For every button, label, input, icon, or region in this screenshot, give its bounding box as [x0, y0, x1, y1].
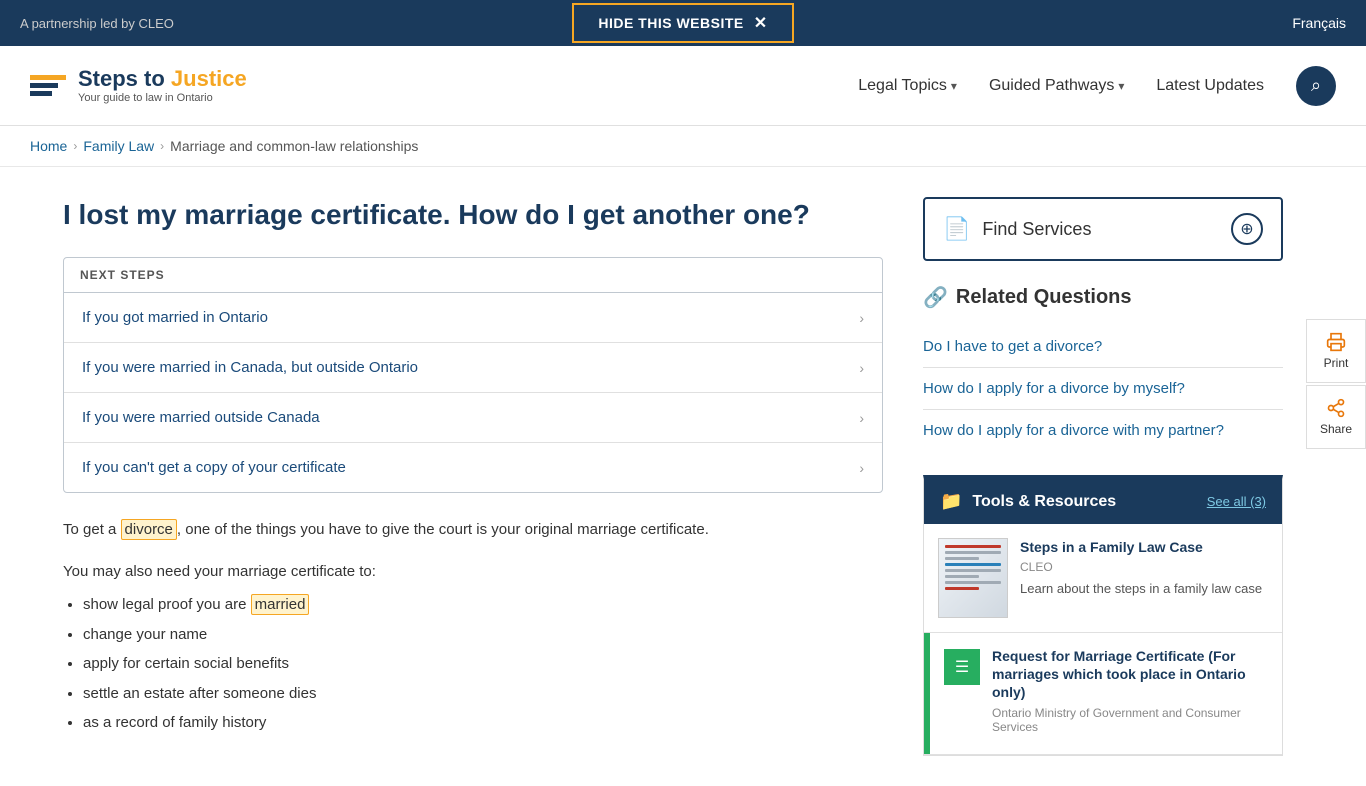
find-services-button[interactable]: 📄 Find Services ⊕	[923, 197, 1283, 261]
form-icon: ☰	[944, 649, 980, 685]
bullet-5: as a record of family history	[83, 710, 883, 736]
next-steps-label: NEXT STEPS	[64, 258, 882, 293]
body-para-1: To get a divorce, one of the things you …	[63, 517, 883, 543]
document-lines-icon: ☰	[955, 657, 969, 677]
tools-header: 📁 Tools & Resources See all (3)	[924, 479, 1282, 524]
share-label: Share	[1320, 422, 1352, 436]
related-question-1[interactable]: Do I have to get a divorce?	[923, 326, 1283, 368]
nav-latest-updates[interactable]: Latest Updates	[1156, 77, 1264, 95]
breadcrumb-sep-1: ›	[73, 139, 77, 153]
resource-card-1[interactable]: Steps in a Family Law Case CLEO Learn ab…	[924, 524, 1282, 633]
search-button[interactable]: ⌕	[1296, 66, 1336, 106]
chevron-right-icon: ›	[859, 460, 864, 476]
resource-card-2[interactable]: ☰ Request for Marriage Certificate (For …	[924, 633, 1282, 755]
related-question-2[interactable]: How do I apply for a divorce by myself?	[923, 368, 1283, 410]
sidebar: 📄 Find Services ⊕ 🔗 Related Questions Do…	[923, 197, 1283, 756]
breadcrumb-family-law[interactable]: Family Law	[83, 138, 154, 154]
chevron-right-icon: ›	[859, 310, 864, 326]
related-questions-section: 🔗 Related Questions Do I have to get a d…	[923, 285, 1283, 451]
logo-bar-2	[30, 83, 58, 88]
partnership-text: A partnership led by CLEO	[20, 16, 174, 31]
chevron-right-icon: ›	[859, 410, 864, 426]
printer-icon	[1326, 332, 1346, 352]
step-item-3[interactable]: If you were married outside Canada ›	[64, 393, 882, 443]
main-content: I lost my marriage certificate. How do I…	[63, 197, 883, 756]
bullet-list: show legal proof you are married change …	[63, 592, 883, 736]
close-icon: ✕	[754, 13, 768, 33]
resource-2-title: Request for Marriage Certificate (For ma…	[992, 647, 1268, 702]
resource-1-source: CLEO	[1020, 560, 1268, 574]
francais-link[interactable]: Français	[1292, 15, 1346, 31]
link-icon: 🔗	[923, 285, 948, 310]
search-icon: ⌕	[1311, 75, 1321, 96]
print-label: Print	[1324, 356, 1349, 370]
nav: Legal Topics ▾ Guided Pathways ▾ Latest …	[858, 66, 1336, 106]
chevron-right-icon: ›	[859, 360, 864, 376]
see-all-link[interactable]: See all (3)	[1207, 494, 1266, 509]
breadcrumb-home[interactable]: Home	[30, 138, 67, 154]
body-para-2: You may also need your marriage certific…	[63, 559, 883, 736]
resource-1-title: Steps in a Family Law Case	[1020, 538, 1268, 556]
logo-bar-1	[30, 75, 66, 80]
bullet-2: change your name	[83, 622, 883, 648]
nav-legal-topics[interactable]: Legal Topics ▾	[858, 77, 957, 95]
step-item-4[interactable]: If you can't get a copy of your certific…	[64, 443, 882, 492]
page-title: I lost my marriage certificate. How do I…	[63, 197, 883, 233]
briefcase-icon: 📁	[940, 491, 962, 512]
side-float-panel: Print Share	[1306, 319, 1366, 449]
divorce-highlight: divorce	[121, 519, 177, 540]
logo-text: Steps to Justice Your guide to law in On…	[78, 66, 247, 106]
main-layout: I lost my marriage certificate. How do I…	[33, 167, 1333, 786]
related-title: 🔗 Related Questions	[923, 285, 1283, 310]
breadcrumb: Home › Family Law › Marriage and common-…	[0, 126, 1366, 167]
header: Steps to Justice Your guide to law in On…	[0, 46, 1366, 126]
logo-tagline: Your guide to law in Ontario	[78, 92, 247, 105]
logo-bar-3	[30, 91, 52, 96]
logo-icon	[30, 75, 66, 96]
chevron-down-icon: ▾	[951, 79, 957, 93]
chevron-down-icon: ▾	[1118, 79, 1124, 93]
share-icon	[1326, 398, 1346, 418]
step-item-2[interactable]: If you were married in Canada, but outsi…	[64, 343, 882, 393]
share-button[interactable]: Share	[1306, 385, 1366, 449]
document-icon: 📄	[943, 216, 970, 242]
bullet-4: settle an estate after someone dies	[83, 681, 883, 707]
find-services-label: Find Services	[982, 219, 1091, 240]
logo-brand: Steps to Justice	[78, 66, 247, 92]
hide-website-button[interactable]: HIDE THIS WEBSITE ✕	[572, 3, 793, 43]
resource-thumbnail-1	[938, 538, 1008, 618]
bullet-3: apply for certain social benefits	[83, 651, 883, 677]
tools-resources-section: 📁 Tools & Resources See all (3)	[923, 475, 1283, 756]
breadcrumb-current: Marriage and common-law relationships	[170, 138, 418, 154]
next-steps-box: NEXT STEPS If you got married in Ontario…	[63, 257, 883, 493]
print-button[interactable]: Print	[1306, 319, 1366, 383]
resource-1-desc: Learn about the steps in a family law ca…	[1020, 580, 1268, 598]
married-highlight: married	[251, 594, 310, 615]
nav-guided-pathways[interactable]: Guided Pathways ▾	[989, 77, 1124, 95]
arrow-right-icon: ⊕	[1231, 213, 1263, 245]
alert-bar: A partnership led by CLEO HIDE THIS WEBS…	[0, 0, 1366, 46]
bullet-1: show legal proof you are married	[83, 592, 883, 618]
related-question-3[interactable]: How do I apply for a divorce with my par…	[923, 410, 1283, 451]
logo-link[interactable]: Steps to Justice Your guide to law in On…	[30, 66, 247, 106]
breadcrumb-sep-2: ›	[160, 139, 164, 153]
step-item-1[interactable]: If you got married in Ontario ›	[64, 293, 882, 343]
resource-2-source: Ontario Ministry of Government and Consu…	[992, 706, 1268, 734]
